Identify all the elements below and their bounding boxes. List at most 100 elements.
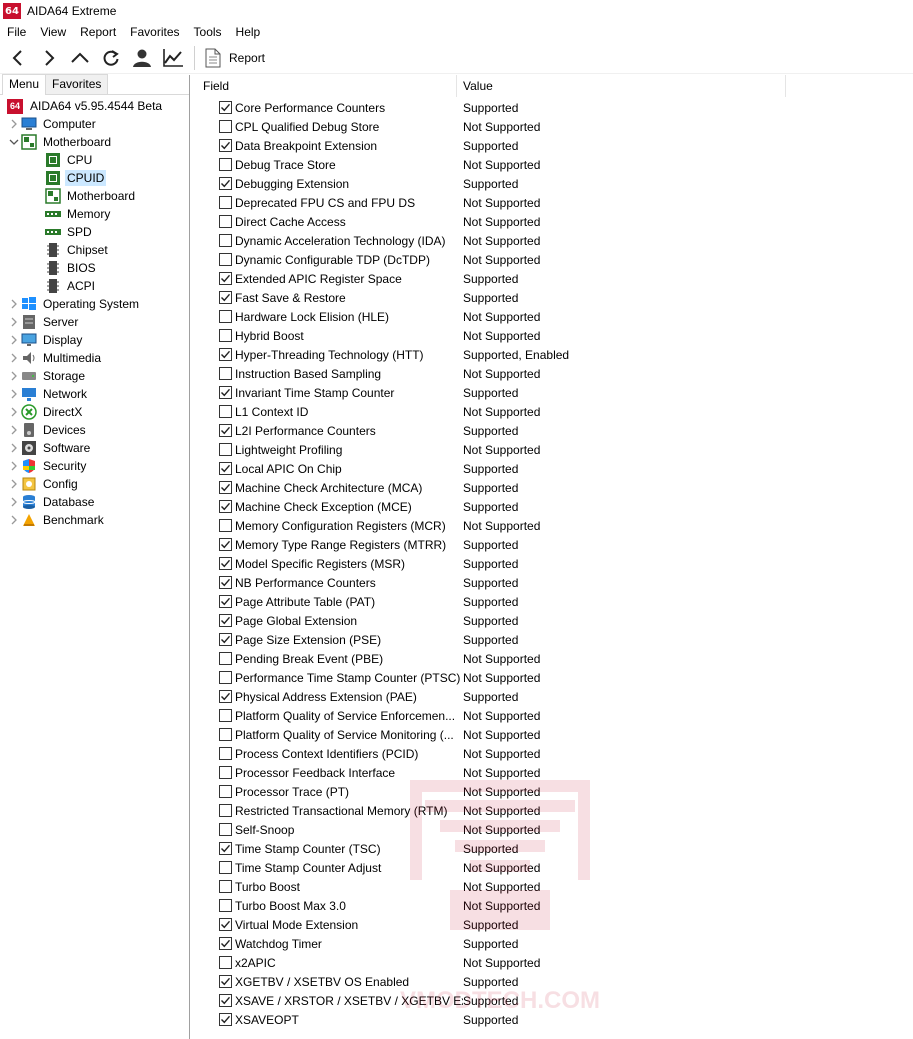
chevron-right-icon[interactable]: [8, 367, 20, 385]
chevron-right-icon[interactable]: [8, 295, 20, 313]
tree-item-cpu[interactable]: CPU: [0, 151, 189, 169]
chevron-right-icon[interactable]: [8, 385, 20, 403]
feature-row[interactable]: NB Performance Counters Supported: [197, 573, 913, 592]
feature-row[interactable]: XGETBV / XSETBV OS Enabled Supported: [197, 972, 913, 991]
feature-row[interactable]: Time Stamp Counter (TSC) Supported: [197, 839, 913, 858]
feature-row[interactable]: XSAVE / XRSTOR / XSETBV / XGETBV Ext... S…: [197, 991, 913, 1010]
feature-row[interactable]: Debug Trace Store Not Supported: [197, 155, 913, 174]
feature-row[interactable]: Processor Trace (PT) Not Supported: [197, 782, 913, 801]
feature-row[interactable]: Local APIC On Chip Supported: [197, 459, 913, 478]
tree-item-cpuid[interactable]: CPUID: [0, 169, 189, 187]
feature-row[interactable]: Hardware Lock Elision (HLE) Not Supported: [197, 307, 913, 326]
feature-row[interactable]: Instruction Based Sampling Not Supported: [197, 364, 913, 383]
chevron-right-icon[interactable]: [8, 439, 20, 457]
menu-file[interactable]: File: [0, 22, 33, 42]
chevron-right-icon[interactable]: [8, 511, 20, 529]
feature-row[interactable]: Debugging Extension Supported: [197, 174, 913, 193]
tree-root[interactable]: 64 AIDA64 v5.95.4544 Beta: [0, 97, 189, 115]
tree-item-multimedia[interactable]: Multimedia: [0, 349, 189, 367]
tree-item-motherboard[interactable]: Motherboard: [0, 187, 189, 205]
feature-row[interactable]: Pending Break Event (PBE) Not Supported: [197, 649, 913, 668]
feature-row[interactable]: Turbo Boost Max 3.0 Not Supported: [197, 896, 913, 915]
tree-item-bios[interactable]: BIOS: [0, 259, 189, 277]
feature-row[interactable]: Restricted Transactional Memory (RTM) Not…: [197, 801, 913, 820]
tree-item-display[interactable]: Display: [0, 331, 189, 349]
feature-row[interactable]: Memory Type Range Registers (MTRR) Suppor…: [197, 535, 913, 554]
tab-favorites[interactable]: Favorites: [45, 74, 109, 94]
menu-favorites[interactable]: Favorites: [123, 22, 186, 42]
feature-row[interactable]: Direct Cache Access Not Supported: [197, 212, 913, 231]
chevron-right-icon[interactable]: [8, 331, 20, 349]
feature-row[interactable]: Hybrid Boost Not Supported: [197, 326, 913, 345]
forward-button[interactable]: [33, 43, 64, 73]
feature-row[interactable]: Watchdog Timer Supported: [197, 934, 913, 953]
tree-item-operating-system[interactable]: Operating System: [0, 295, 189, 313]
feature-row[interactable]: Machine Check Architecture (MCA) Supporte…: [197, 478, 913, 497]
user-button[interactable]: [126, 43, 157, 73]
feature-row[interactable]: Turbo Boost Not Supported: [197, 877, 913, 896]
tree-item-spd[interactable]: SPD: [0, 223, 189, 241]
tree-item-server[interactable]: Server: [0, 313, 189, 331]
column-header-value[interactable]: Value: [457, 75, 786, 97]
feature-row[interactable]: Deprecated FPU CS and FPU DS Not Supporte…: [197, 193, 913, 212]
menu-report[interactable]: Report: [73, 22, 123, 42]
chevron-right-icon[interactable]: [8, 421, 20, 439]
back-button[interactable]: [2, 43, 33, 73]
feature-row[interactable]: Platform Quality of Service Enforcemen..…: [197, 706, 913, 725]
chevron-right-icon[interactable]: [8, 475, 20, 493]
feature-row[interactable]: Dynamic Configurable TDP (DcTDP) Not Supp…: [197, 250, 913, 269]
feature-row[interactable]: Lightweight Profiling Not Supported: [197, 440, 913, 459]
feature-row[interactable]: Model Specific Registers (MSR) Supported: [197, 554, 913, 573]
menu-tools[interactable]: Tools: [187, 22, 229, 42]
feature-row[interactable]: Fast Save & Restore Supported: [197, 288, 913, 307]
chevron-down-icon[interactable]: [8, 133, 20, 151]
tree-item-devices[interactable]: Devices: [0, 421, 189, 439]
feature-row[interactable]: x2APIC Not Supported: [197, 953, 913, 972]
tree-item-security[interactable]: Security: [0, 457, 189, 475]
tab-menu[interactable]: Menu: [2, 74, 47, 95]
chevron-right-icon[interactable]: [8, 403, 20, 421]
feature-row[interactable]: Core Performance Counters Supported: [197, 98, 913, 117]
tree-item-motherboard[interactable]: Motherboard: [0, 133, 189, 151]
feature-row[interactable]: CPL Qualified Debug Store Not Supported: [197, 117, 913, 136]
feature-row[interactable]: Process Context Identifiers (PCID) Not Su…: [197, 744, 913, 763]
tree-item-storage[interactable]: Storage: [0, 367, 189, 385]
feature-row[interactable]: Data Breakpoint Extension Supported: [197, 136, 913, 155]
menu-view[interactable]: View: [33, 22, 73, 42]
feature-row[interactable]: Platform Quality of Service Monitoring (…: [197, 725, 913, 744]
feature-row[interactable]: Dynamic Acceleration Technology (IDA) Not…: [197, 231, 913, 250]
feature-row[interactable]: Virtual Mode Extension Supported: [197, 915, 913, 934]
tree-item-database[interactable]: Database: [0, 493, 189, 511]
report-button[interactable]: Report: [201, 43, 269, 73]
tree-item-chipset[interactable]: Chipset: [0, 241, 189, 259]
chevron-right-icon[interactable]: [8, 115, 20, 133]
feature-row[interactable]: Processor Feedback Interface Not Supporte…: [197, 763, 913, 782]
menu-help[interactable]: Help: [229, 22, 268, 42]
column-header-field[interactable]: Field: [197, 75, 457, 97]
feature-row[interactable]: L1 Context ID Not Supported: [197, 402, 913, 421]
chart-button[interactable]: [157, 43, 188, 73]
feature-row[interactable]: Page Attribute Table (PAT) Supported: [197, 592, 913, 611]
feature-row[interactable]: Page Global Extension Supported: [197, 611, 913, 630]
chevron-right-icon[interactable]: [8, 349, 20, 367]
feature-row[interactable]: Self-Snoop Not Supported: [197, 820, 913, 839]
feature-row[interactable]: Performance Time Stamp Counter (PTSC) Not…: [197, 668, 913, 687]
tree-item-config[interactable]: Config: [0, 475, 189, 493]
tree-item-network[interactable]: Network: [0, 385, 189, 403]
feature-row[interactable]: Extended APIC Register Space Supported: [197, 269, 913, 288]
feature-row[interactable]: Invariant Time Stamp Counter Supported: [197, 383, 913, 402]
feature-row[interactable]: Page Size Extension (PSE) Supported: [197, 630, 913, 649]
feature-row[interactable]: Time Stamp Counter Adjust Not Supported: [197, 858, 913, 877]
feature-row[interactable]: Hyper-Threading Technology (HTT) Supporte…: [197, 345, 913, 364]
tree-item-computer[interactable]: Computer: [0, 115, 189, 133]
tree-item-benchmark[interactable]: Benchmark: [0, 511, 189, 529]
chevron-right-icon[interactable]: [8, 313, 20, 331]
up-button[interactable]: [64, 43, 95, 73]
feature-row[interactable]: Machine Check Exception (MCE) Supported: [197, 497, 913, 516]
tree-item-memory[interactable]: Memory: [0, 205, 189, 223]
feature-row[interactable]: Memory Configuration Registers (MCR) Not …: [197, 516, 913, 535]
chevron-right-icon[interactable]: [8, 493, 20, 511]
feature-row[interactable]: Physical Address Extension (PAE) Supporte…: [197, 687, 913, 706]
tree-item-directx[interactable]: DirectX: [0, 403, 189, 421]
feature-row[interactable]: L2I Performance Counters Supported: [197, 421, 913, 440]
